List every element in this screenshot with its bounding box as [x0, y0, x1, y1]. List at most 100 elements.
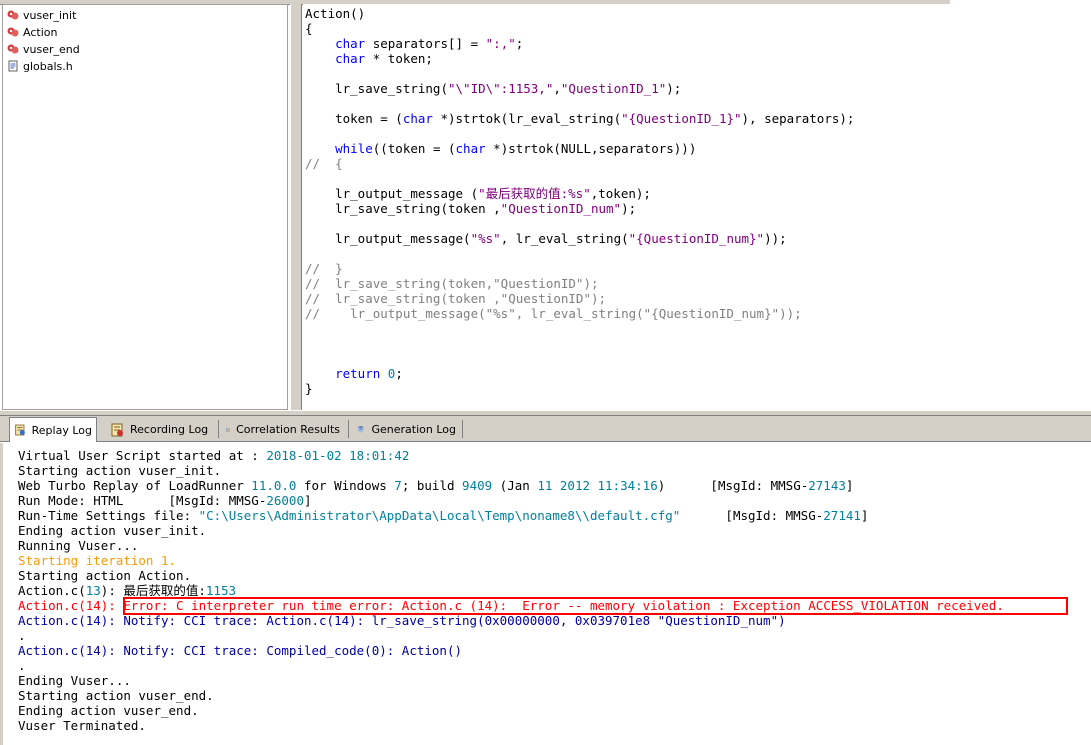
code-text: ;	[515, 36, 524, 51]
code-text: ));	[764, 231, 787, 246]
log-text: Web Turbo Replay of LoadRunner	[18, 478, 252, 493]
log-text: Run Mode: HTML [MsgId: MMSG-	[18, 493, 267, 508]
tree-item-globals-h[interactable]: globals.h	[7, 58, 73, 74]
action-icon	[7, 44, 19, 54]
log-text: Virtual User Script started at :	[18, 448, 267, 463]
keyword-token: while	[305, 141, 373, 156]
code-text: lr_output_message(	[305, 231, 471, 246]
tree-item-label: vuser_init	[23, 8, 77, 22]
code-text: ), separators);	[741, 111, 855, 126]
code-text: *)strtok(lr_eval_string(	[432, 111, 622, 126]
tree-item-vuser-end[interactable]: vuser_end	[7, 41, 80, 57]
string-token: "QuestionID_1"	[560, 81, 667, 96]
tree-item-action[interactable]: Action	[7, 24, 57, 40]
log-text: ]	[860, 508, 869, 523]
replay-log-output[interactable]: Virtual User Script started at : 2018-01…	[0, 443, 1091, 745]
code-line: return 0;	[305, 366, 403, 381]
log-line: Virtual User Script started at : 2018-01…	[18, 448, 409, 463]
tab-label: Generation Log	[371, 423, 456, 436]
code-text: * token;	[365, 51, 433, 66]
log-line: Starting action vuser_end.	[18, 688, 214, 703]
log-line: .	[18, 628, 26, 643]
log-number: 13	[85, 583, 101, 598]
log-line: Ending action vuser_end.	[18, 703, 199, 718]
log-text: (Jan	[492, 478, 538, 493]
code-text: ,	[553, 81, 561, 96]
tree-item-label: Action	[23, 25, 58, 39]
log-line: Starting action Action.	[18, 568, 192, 583]
code-text: lr_save_string(	[305, 81, 448, 96]
code-line: // lr_output_message("%s", lr_eval_strin…	[305, 306, 802, 321]
tab-generation-log[interactable]: Generation Log	[352, 418, 460, 441]
log-timestamp: 2018-01-02 18:01:42	[266, 448, 410, 463]
code-line: lr_output_message("%s", lr_eval_string("…	[305, 231, 787, 246]
log-text: ]	[304, 493, 312, 508]
code-line: char * token;	[305, 51, 433, 66]
code-text: ((token = (	[372, 141, 456, 156]
tab-separator	[218, 420, 219, 438]
log-number: 9409	[462, 478, 493, 493]
log-line: Action.c(13): 最后获取的值:1153	[18, 583, 236, 598]
correlation-icon	[226, 428, 230, 432]
log-line-notify: Action.c(14): Notify: CCI trace: Action.…	[18, 613, 786, 628]
log-text: [MsgId: MMSG-	[680, 508, 824, 523]
string-token: "{QuestionID_1}"	[621, 111, 742, 126]
tab-recording-log[interactable]: Recording Log	[106, 418, 214, 441]
log-number: 11.0.0	[251, 478, 297, 493]
log-text: ): 最后获取的值:	[100, 583, 206, 598]
log-text: Run-Time Settings file:	[18, 508, 199, 523]
log-left-border	[0, 443, 3, 745]
code-line: {	[305, 21, 313, 36]
log-line-iteration: Starting iteration 1.	[18, 553, 177, 568]
log-line: Running Vuser...	[18, 538, 139, 553]
vertical-splitter[interactable]	[290, 4, 302, 410]
string-token: "%s"	[470, 231, 501, 246]
output-tabbar: Replay Log Recording Log Correlation Res…	[0, 416, 1091, 442]
string-token: "{QuestionID_num}"	[628, 231, 765, 246]
log-text: Action.c(	[18, 583, 86, 598]
log-number: 1153	[205, 583, 237, 598]
code-line: char separators[] = ":,";	[305, 36, 523, 51]
log-number: 7	[394, 478, 402, 493]
action-icon	[7, 27, 19, 37]
tree-item-label: vuser_end	[23, 42, 80, 56]
code-line: // lr_save_string(token ,"QuestionID");	[305, 291, 607, 306]
log-line: Vuser Terminated.	[18, 718, 146, 733]
tab-label: Recording Log	[130, 423, 209, 436]
log-line: Web Turbo Replay of LoadRunner 11.0.0 fo…	[18, 478, 853, 493]
log-line-notify: Action.c(14): Notify: CCI trace: Compile…	[18, 643, 463, 658]
log-line: Ending Vuser...	[18, 673, 131, 688]
generation-log-icon	[357, 425, 365, 433]
tree-item-vuser-init[interactable]: vuser_init	[7, 7, 76, 23]
code-text: separators[] =	[365, 36, 486, 51]
code-text: lr_output_message (	[305, 186, 479, 201]
string-token: "\"ID\":1153,"	[448, 81, 554, 96]
keyword-token: char	[455, 141, 486, 156]
tab-replay-log[interactable]: Replay Log	[9, 417, 97, 442]
tab-separator	[348, 420, 349, 438]
code-line: // {	[305, 156, 343, 171]
code-line: while((token = (char *)strtok(NULL,separ…	[305, 141, 696, 156]
tab-correlation-results[interactable]: Correlation Results	[222, 418, 344, 441]
tab-separator	[462, 420, 463, 438]
log-line: Run Mode: HTML [MsgId: MMSG-26000]	[18, 493, 312, 508]
code-editor[interactable]: Action() { char separators[] = ":,"; cha…	[303, 4, 1091, 410]
recording-log-icon	[111, 423, 123, 436]
replay-log-icon	[15, 424, 25, 436]
string-token: "QuestionID_num"	[500, 201, 622, 216]
tab-label: Replay Log	[31, 423, 92, 437]
script-tree[interactable]: vuser_init Action vuser_end globals.h	[2, 4, 288, 410]
code-text: , lr_eval_string(	[500, 231, 629, 246]
log-line: .	[18, 658, 26, 673]
code-text: ,token);	[590, 186, 651, 201]
tab-label: Correlation Results	[236, 423, 340, 436]
action-icon	[7, 10, 19, 20]
string-token: ":,"	[485, 36, 516, 51]
code-text: *)strtok(NULL,separators)))	[485, 141, 697, 156]
log-text: for Windows	[296, 478, 395, 493]
log-text: ; build	[401, 478, 463, 493]
code-line: // lr_save_string(token,"QuestionID");	[305, 276, 599, 291]
string-token: "最后获取的值:%s"	[478, 186, 591, 201]
log-line: Ending action vuser_init.	[18, 523, 207, 538]
